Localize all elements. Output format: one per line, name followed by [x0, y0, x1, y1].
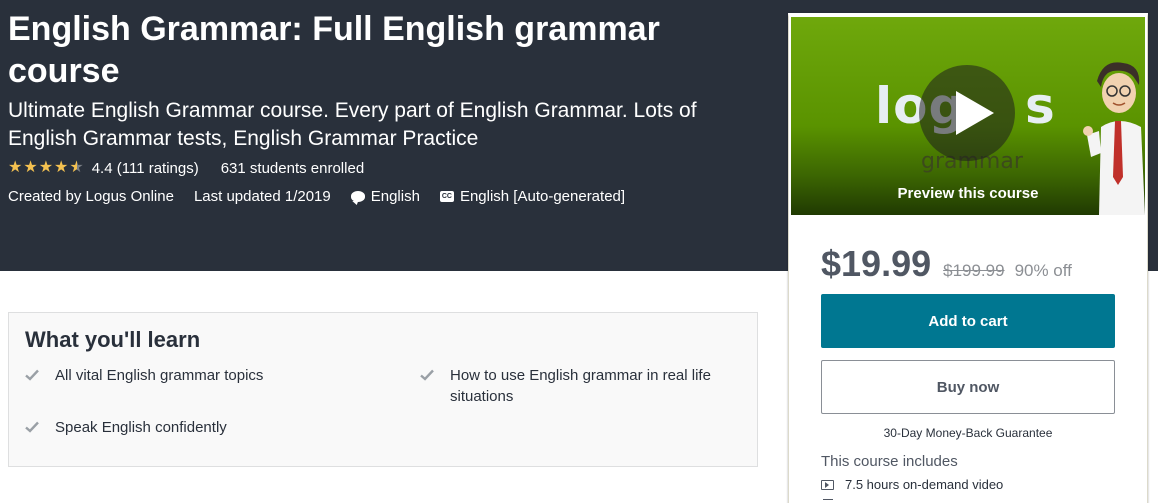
star-icon: ★ — [38, 159, 54, 176]
preview-logo-right: s — [1025, 77, 1055, 135]
what-you-learn-box: What you'll learn All vital English gram… — [8, 312, 758, 467]
learn-item-text: How to use English grammar in real life … — [450, 367, 711, 405]
students-enrolled: 631 students enrolled — [220, 159, 365, 177]
star-half-icon: ★ — [69, 159, 84, 176]
rating-text[interactable]: 4.4 (111 ratings) — [92, 160, 199, 177]
check-icon — [420, 369, 434, 381]
course-title: English Grammar: Full English grammar co… — [8, 10, 660, 90]
course-preview[interactable]: log s grammar Preview this course — [791, 17, 1145, 215]
current-price: $19.99 — [821, 243, 932, 284]
star-icon: ★ — [54, 159, 69, 176]
rating-row: ★ ★ ★ ★ ★ 4.4 (111 ratings) 631 students… — [8, 158, 364, 178]
learn-item: Speak English confidently — [25, 417, 385, 438]
original-price: $199.99 — [943, 261, 1005, 280]
learn-item-text: Speak English confidently — [55, 419, 227, 436]
captions: CC English [Auto-generated] — [439, 187, 626, 205]
captions-label: English [Auto-generated] — [459, 187, 626, 205]
play-icon — [956, 91, 994, 135]
speech-bubble-icon — [350, 190, 365, 202]
closed-captions-icon: CC — [439, 190, 454, 202]
learn-item: All vital English grammar topics — [25, 365, 385, 386]
rating-stars: ★ ★ ★ ★ ★ — [8, 160, 84, 176]
what-you-learn-title: What you'll learn — [25, 327, 201, 352]
include-item-text: 7.5 hours on-demand video — [845, 477, 1004, 492]
buy-now-button[interactable]: Buy now — [821, 360, 1115, 414]
star-icon: ★ — [8, 159, 23, 176]
created-by[interactable]: Created by Logus Online — [8, 188, 174, 205]
check-icon — [25, 369, 39, 381]
money-back-guarantee: 30-Day Money-Back Guarantee — [883, 426, 1053, 440]
course-subtitle: Ultimate English Grammar course. Every p… — [8, 99, 697, 150]
price-row: $19.99 $199.99 90% off — [821, 243, 1072, 284]
video-icon — [821, 479, 834, 490]
discount-percent: 90% off — [1014, 261, 1072, 280]
language: English — [350, 187, 420, 205]
course-meta: Created by Logus Online Last updated 1/2… — [8, 186, 645, 206]
last-updated: Last updated 1/2019 — [193, 187, 331, 205]
learn-item-text: All vital English grammar topics — [55, 367, 264, 384]
check-icon — [25, 421, 39, 433]
language-label: English — [370, 187, 420, 205]
article-icon — [823, 499, 833, 503]
preview-label[interactable]: Preview this course — [791, 185, 1145, 202]
star-icon: ★ — [23, 159, 38, 176]
includes-title: This course includes — [821, 453, 958, 470]
add-to-cart-button[interactable]: Add to cart — [821, 294, 1115, 348]
include-item: 7.5 hours on-demand video — [821, 477, 1003, 492]
learn-item: How to use English grammar in real life … — [420, 365, 740, 407]
